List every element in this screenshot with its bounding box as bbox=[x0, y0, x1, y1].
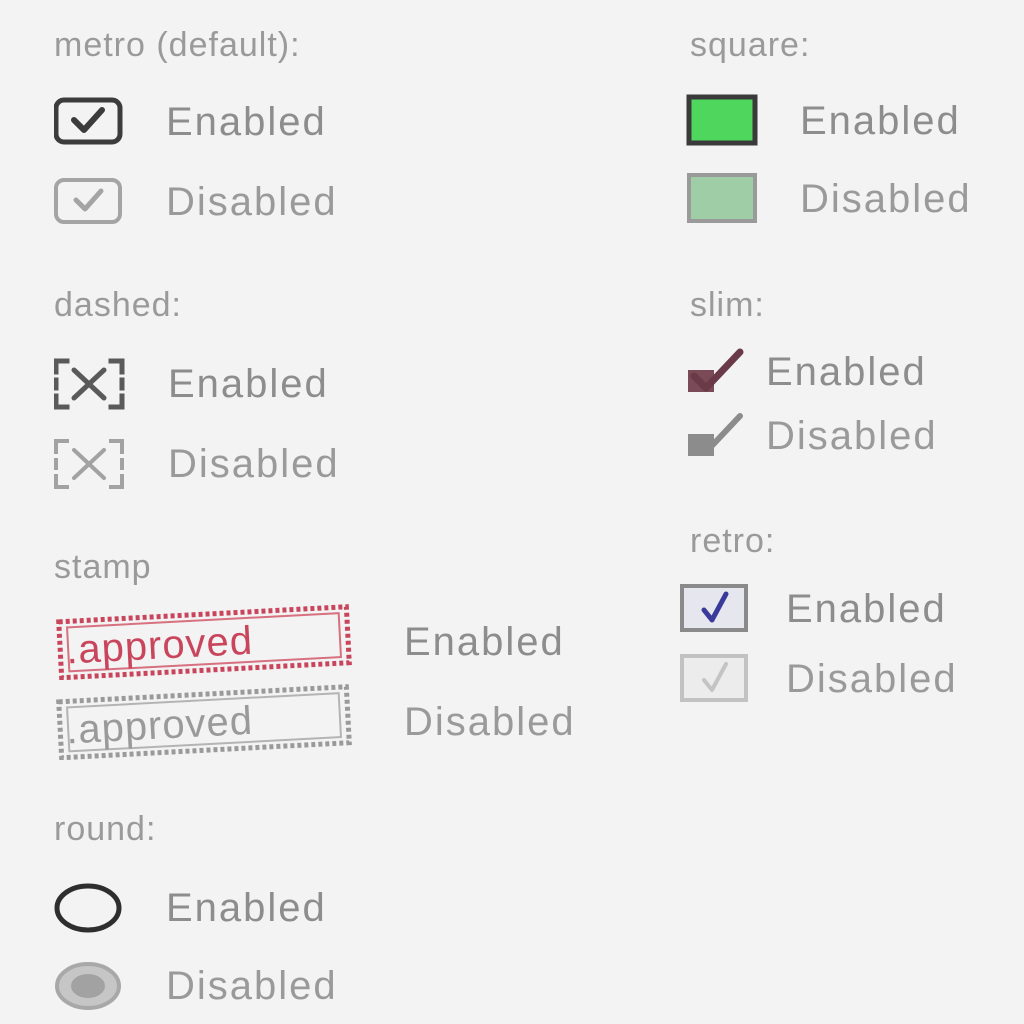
round-enabled-label: Enabled bbox=[166, 885, 327, 930]
dashed-section-title: dashed: bbox=[54, 286, 182, 324]
slim-checkmark-disabled-icon bbox=[686, 412, 746, 460]
square-enabled-option[interactable]: Enabled bbox=[686, 94, 961, 148]
stamp-disabled-label: Disabled bbox=[404, 699, 576, 744]
metro-enabled-option[interactable]: Enabled bbox=[54, 96, 327, 148]
stamp-approved-disabled-icon: .approved bbox=[54, 684, 364, 760]
retro-enabled-label: Enabled bbox=[786, 586, 947, 631]
dashed-disabled-label: Disabled bbox=[168, 441, 340, 486]
retro-disabled-label: Disabled bbox=[786, 656, 958, 701]
square-section-title: square: bbox=[690, 26, 811, 64]
stamp-disabled-option: .approved Disabled bbox=[54, 684, 576, 760]
slim-enabled-option[interactable]: Enabled bbox=[686, 348, 927, 396]
square-checkbox-checked-icon[interactable] bbox=[686, 94, 760, 148]
stamp-section-title: stamp bbox=[54, 548, 152, 586]
retro-section-title: retro: bbox=[690, 522, 776, 560]
dashed-disabled-option: Disabled bbox=[54, 438, 340, 490]
square-enabled-label: Enabled bbox=[800, 98, 961, 143]
retro-disabled-option: Disabled bbox=[680, 654, 958, 704]
round-section-title: round: bbox=[54, 810, 157, 848]
dashed-enabled-label: Enabled bbox=[168, 361, 329, 406]
retro-checkbox-disabled-icon bbox=[680, 654, 750, 704]
stamp-enabled-text: .approved bbox=[65, 619, 254, 673]
metro-checkbox-disabled-icon bbox=[54, 176, 124, 228]
round-disabled-option: Disabled bbox=[54, 960, 338, 1012]
slim-checkmark-checked-icon[interactable] bbox=[686, 348, 746, 396]
round-radio-unchecked-icon[interactable] bbox=[54, 882, 126, 934]
metro-checkbox-checked-icon[interactable] bbox=[54, 96, 124, 148]
slim-section-title: slim: bbox=[690, 286, 765, 324]
retro-enabled-option[interactable]: Enabled bbox=[680, 584, 947, 634]
dashed-enabled-option[interactable]: Enabled bbox=[54, 358, 329, 410]
square-disabled-option: Disabled bbox=[686, 172, 972, 226]
retro-checkbox-checked-icon[interactable] bbox=[680, 584, 750, 634]
slim-disabled-label: Disabled bbox=[766, 413, 938, 458]
slim-enabled-label: Enabled bbox=[766, 349, 927, 394]
round-enabled-option[interactable]: Enabled bbox=[54, 882, 327, 934]
metro-enabled-label: Enabled bbox=[166, 99, 327, 144]
stamp-enabled-option[interactable]: .approved Enabled bbox=[54, 604, 565, 680]
metro-disabled-label: Disabled bbox=[166, 179, 338, 224]
dashed-checkbox-checked-icon[interactable] bbox=[54, 358, 126, 410]
square-disabled-label: Disabled bbox=[800, 176, 972, 221]
square-checkbox-disabled-icon bbox=[686, 172, 760, 226]
round-radio-disabled-icon bbox=[54, 960, 126, 1012]
round-disabled-label: Disabled bbox=[166, 963, 338, 1008]
metro-disabled-option: Disabled bbox=[54, 176, 338, 228]
stamp-enabled-label: Enabled bbox=[404, 619, 565, 664]
metro-section-title: metro (default): bbox=[54, 26, 301, 64]
dashed-checkbox-disabled-icon bbox=[54, 438, 126, 490]
slim-disabled-option: Disabled bbox=[686, 412, 938, 460]
stamp-approved-checked-icon[interactable]: .approved bbox=[54, 604, 364, 680]
stamp-disabled-text: .approved bbox=[65, 699, 254, 753]
